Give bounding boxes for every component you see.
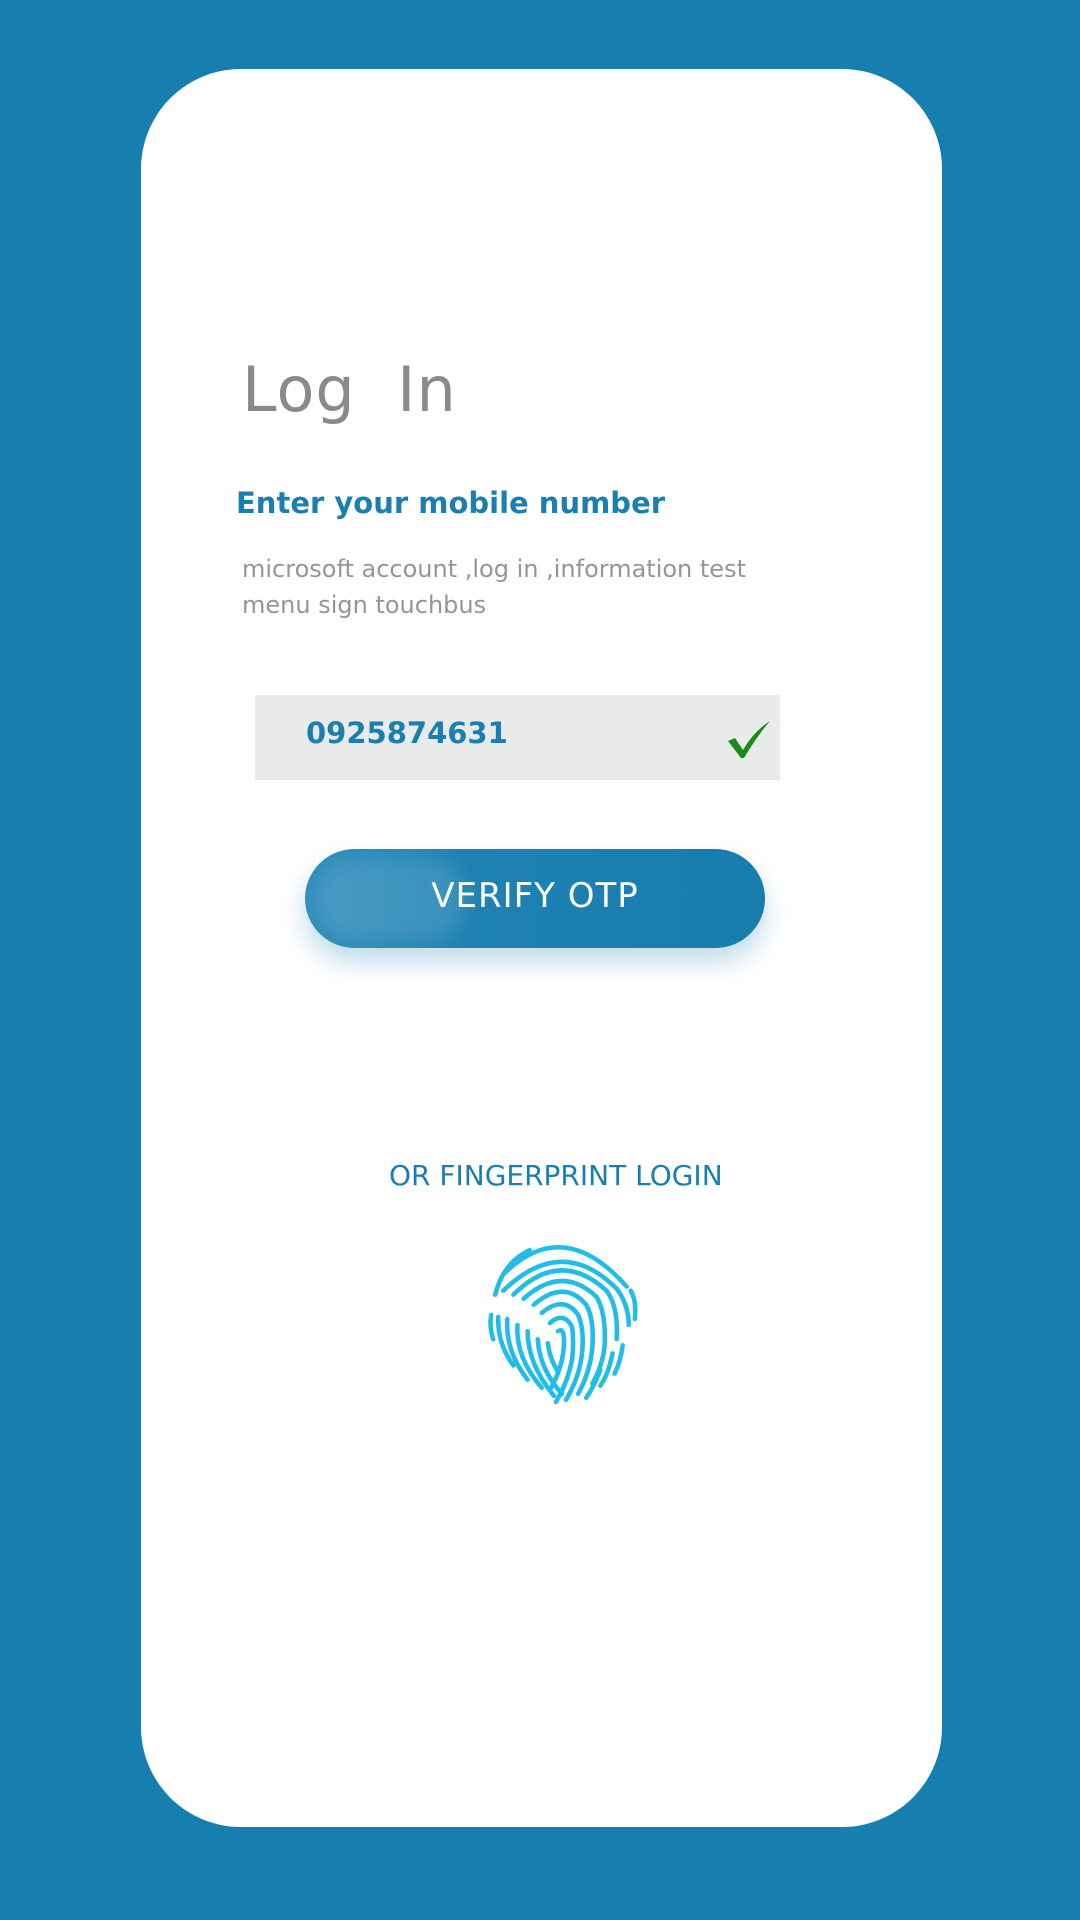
- fingerprint-icon[interactable]: [483, 1234, 645, 1408]
- verify-otp-button[interactable]: VERIFY OTP: [305, 849, 765, 948]
- fingerprint-login-link[interactable]: OR FINGERPRINT LOGIN: [389, 1162, 723, 1190]
- mobile-number-prompt: Enter your mobile number: [236, 486, 666, 520]
- verify-otp-label: VERIFY OTP: [431, 876, 639, 916]
- login-description: microsoft account ,log in ,information t…: [242, 555, 746, 619]
- mobile-number-field[interactable]: 0925874631: [255, 695, 780, 780]
- mobile-number-value[interactable]: 0925874631: [306, 719, 508, 748]
- page-title: Log In: [242, 353, 457, 426]
- checkmark-icon: [728, 721, 770, 758]
- login-card: Log In Enter your mobile number microsof…: [141, 69, 942, 1827]
